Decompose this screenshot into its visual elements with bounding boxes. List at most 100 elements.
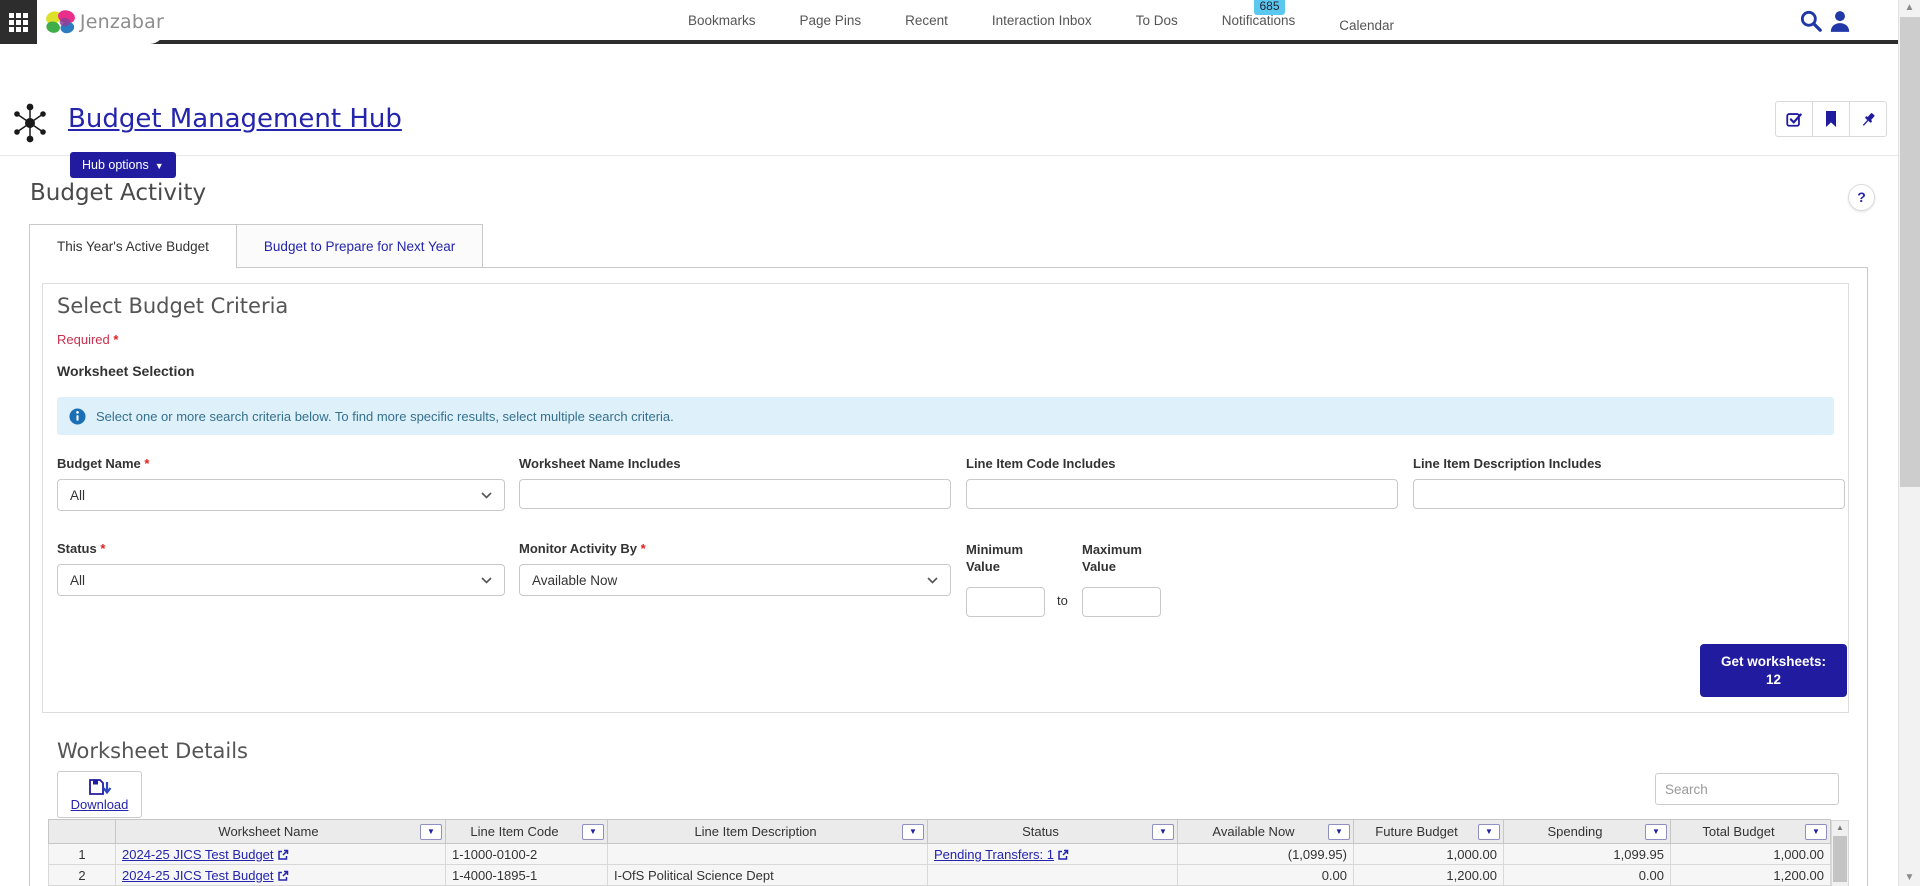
hub-molecule-icon [8, 100, 52, 146]
scroll-up-icon[interactable]: ▲ [1832, 821, 1848, 835]
jenzabar-butterfly-icon [45, 8, 76, 36]
maximum-value-label: Maximum Value [1082, 541, 1148, 575]
jenzabar-logo[interactable]: Jenzabar [37, 0, 164, 44]
dropdown-caret-icon: ▼ [155, 161, 164, 171]
check-square-icon [1785, 110, 1803, 128]
hub-action-buttons [1776, 101, 1887, 137]
info-banner: Select one or more search criteria below… [57, 397, 1834, 435]
nav-item-calendar[interactable]: Calendar [1339, 18, 1394, 33]
col-total-budget: Total Budget▼ [1671, 820, 1831, 844]
help-button[interactable]: ? [1848, 184, 1875, 211]
top-navigation-bar: Jenzabar Bookmarks Page Pins Recent Inte… [0, 0, 1920, 44]
col-line-item-code: Line Item Code▼ [446, 820, 608, 844]
worksheet-name-label: Worksheet Name Includes [519, 456, 681, 471]
table-scrollbar-thumb[interactable] [1833, 836, 1847, 882]
minimum-value-label: Minimum Value [966, 541, 1032, 575]
filter-icon[interactable]: ▼ [1478, 824, 1500, 840]
worksheet-details-heading: Worksheet Details [57, 739, 248, 763]
line-item-code-input[interactable] [966, 479, 1398, 509]
nav-item-notifications-label: Notifications [1222, 13, 1296, 28]
line-item-description-label: Line Item Description Includes [1413, 456, 1602, 471]
scroll-up-icon[interactable]: ▲ [1899, 0, 1920, 16]
monitor-activity-by-label: Monitor Activity By * [519, 541, 646, 556]
header-divider-strip [0, 40, 1920, 44]
col-row-number [49, 820, 116, 844]
info-icon [69, 408, 86, 425]
table-header-row: Worksheet Name▼ Line Item Code▼ Line Ite… [49, 820, 1831, 844]
scroll-down-icon[interactable]: ▼ [1899, 870, 1920, 886]
status-select[interactable]: All [57, 564, 505, 596]
nav-item-recent[interactable]: Recent [905, 13, 948, 28]
info-banner-text: Select one or more search criteria below… [96, 409, 674, 424]
table-row: 2 2024-25 JICS Test Budget 1-4000-1895-1… [49, 865, 1831, 886]
budget-name-label: Budget Name * [57, 456, 149, 471]
line-item-description-input[interactable] [1413, 479, 1845, 509]
required-asterisk: * [113, 332, 118, 347]
filter-icon[interactable]: ▼ [1645, 824, 1667, 840]
app-launcher-button[interactable] [0, 0, 37, 44]
col-status: Status▼ [928, 820, 1178, 844]
bookmark-icon [1823, 110, 1839, 128]
user-profile-icon[interactable] [1827, 8, 1853, 34]
budget-activity-tabs: This Year's Active Budget Budget to Prep… [29, 224, 483, 268]
filter-icon[interactable]: ▼ [420, 824, 442, 840]
line-item-code-label: Line Item Code Includes [966, 456, 1116, 471]
table-scrollbar[interactable]: ▲ [1831, 820, 1849, 886]
budget-name-select[interactable]: All [57, 479, 505, 511]
worksheet-name-input[interactable] [519, 479, 951, 509]
table-search [1655, 773, 1839, 805]
chevron-down-icon [927, 577, 938, 584]
col-spending: Spending▼ [1504, 820, 1671, 844]
nav-item-bookmarks[interactable]: Bookmarks [688, 13, 756, 28]
budget-management-hub-page: Jenzabar Bookmarks Page Pins Recent Inte… [0, 0, 1920, 886]
worksheet-link[interactable]: 2024-25 JICS Test Budget [122, 868, 274, 883]
required-note: Required * [57, 332, 118, 347]
maximum-value-input[interactable] [1082, 587, 1161, 617]
app-grid-icon [9, 13, 28, 32]
minimum-value-input[interactable] [966, 587, 1045, 617]
tab-this-years-active-budget[interactable]: This Year's Active Budget [29, 224, 237, 268]
hub-options-button[interactable]: Hub options▼ [70, 152, 176, 178]
col-available-now: Available Now▼ [1178, 820, 1354, 844]
nav-item-page-pins[interactable]: Page Pins [800, 13, 862, 28]
range-to-label: to [1057, 593, 1068, 608]
status-label: Status * [57, 541, 105, 556]
page-scrollbar[interactable]: ▲ ▼ [1898, 0, 1920, 886]
table-search-input[interactable] [1655, 773, 1839, 805]
download-save-icon [88, 778, 112, 796]
filter-icon[interactable]: ▼ [582, 824, 604, 840]
pushpin-icon [1859, 110, 1878, 129]
budget-activity-heading: Budget Activity [30, 180, 206, 206]
filter-icon[interactable]: ▼ [1328, 824, 1350, 840]
bookmark-button[interactable] [1812, 101, 1850, 137]
pending-transfers-link[interactable]: Pending Transfers: 1 [934, 847, 1054, 862]
page-scrollbar-thumb[interactable] [1900, 17, 1920, 487]
tab-budget-to-prepare-next-year[interactable]: Budget to Prepare for Next Year [237, 224, 483, 267]
external-link-icon [277, 870, 289, 882]
worksheet-details-table: Worksheet Name▼ Line Item Code▼ Line Ite… [48, 819, 1849, 886]
nav-item-interaction-inbox[interactable]: Interaction Inbox [992, 13, 1092, 28]
filter-icon[interactable]: ▼ [1152, 824, 1174, 840]
get-worksheets-button[interactable]: Get worksheets: 12 [1700, 644, 1847, 697]
col-line-item-description: Line Item Description▼ [608, 820, 928, 844]
notifications-count-badge: 685 [1254, 0, 1284, 15]
filter-icon[interactable]: ▼ [1805, 824, 1827, 840]
page-title-link[interactable]: Budget Management Hub [68, 104, 402, 134]
col-future-budget: Future Budget▼ [1354, 820, 1504, 844]
nav-item-notifications[interactable]: 685 Notifications [1222, 13, 1296, 28]
jenzabar-wordmark: Jenzabar [80, 11, 164, 33]
worksheet-link[interactable]: 2024-25 JICS Test Budget [122, 847, 274, 862]
col-worksheet-name: Worksheet Name▼ [116, 820, 446, 844]
download-button[interactable]: Download [57, 771, 142, 818]
monitor-activity-by-select[interactable]: Available Now [519, 564, 951, 596]
tasks-button[interactable] [1775, 101, 1813, 137]
pin-button[interactable] [1849, 101, 1887, 137]
hub-header: Budget Management Hub Hub options▼ [0, 44, 1920, 156]
nav-item-to-dos[interactable]: To Dos [1136, 13, 1178, 28]
filter-icon[interactable]: ▼ [902, 824, 924, 840]
search-icon[interactable] [1798, 8, 1824, 34]
external-link-icon [277, 849, 289, 861]
table-row: 1 2024-25 JICS Test Budget 1-1000-0100-2… [49, 844, 1831, 865]
top-nav-menu: Bookmarks Page Pins Recent Interaction I… [688, 0, 1394, 40]
worksheet-selection-label: Worksheet Selection [57, 363, 194, 379]
